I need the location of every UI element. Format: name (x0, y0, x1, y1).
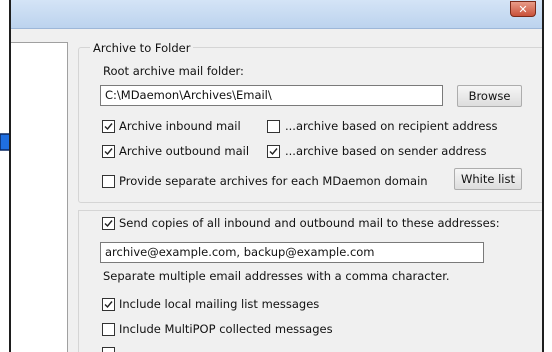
include-multipop-label: Include MultiPOP collected messages (119, 322, 333, 336)
browse-button[interactable]: Browse (457, 85, 522, 107)
archive-by-sender-label: ...archive based on sender address (285, 144, 487, 158)
archive-group-title: Archive to Folder (90, 41, 194, 55)
partial-next-checkbox[interactable] (102, 347, 115, 352)
separate-archives-label: Provide separate archives for each MDaem… (119, 174, 428, 188)
addresses-hint: Separate multiple email addresses with a… (103, 269, 450, 283)
navigation-panel (11, 42, 68, 352)
separate-archives-checkbox[interactable] (102, 175, 115, 188)
root-folder-input[interactable]: C:\MDaemon\Archives\Email\ (100, 85, 443, 106)
title-bar: ✕ (11, 0, 542, 29)
include-local-lists-checkbox[interactable] (102, 298, 115, 311)
include-local-lists-label: Include local mailing list messages (119, 297, 320, 311)
archive-by-sender-checkbox[interactable] (267, 145, 280, 158)
archive-outbound-checkbox[interactable] (102, 145, 115, 158)
send-copies-checkbox[interactable] (102, 217, 115, 230)
archive-outbound-label: Archive outbound mail (119, 144, 250, 158)
send-copies-label: Send copies of all inbound and outbound … (119, 216, 504, 231)
archive-inbound-label: Archive inbound mail (119, 119, 241, 133)
close-button[interactable]: ✕ (510, 1, 536, 17)
dialog-window: ✕ Archive to Folder Root archive mail fo… (9, 0, 544, 352)
archive-inbound-checkbox[interactable] (102, 120, 115, 133)
archive-by-recipient-checkbox[interactable] (267, 120, 280, 133)
white-list-button[interactable]: White list (454, 168, 522, 190)
include-multipop-checkbox[interactable] (102, 323, 115, 336)
addresses-input[interactable]: archive@example.com, backup@example.com (100, 242, 484, 263)
root-folder-label: Root archive mail folder: (103, 64, 244, 78)
archive-by-recipient-label: ...archive based on recipient address (285, 119, 498, 133)
